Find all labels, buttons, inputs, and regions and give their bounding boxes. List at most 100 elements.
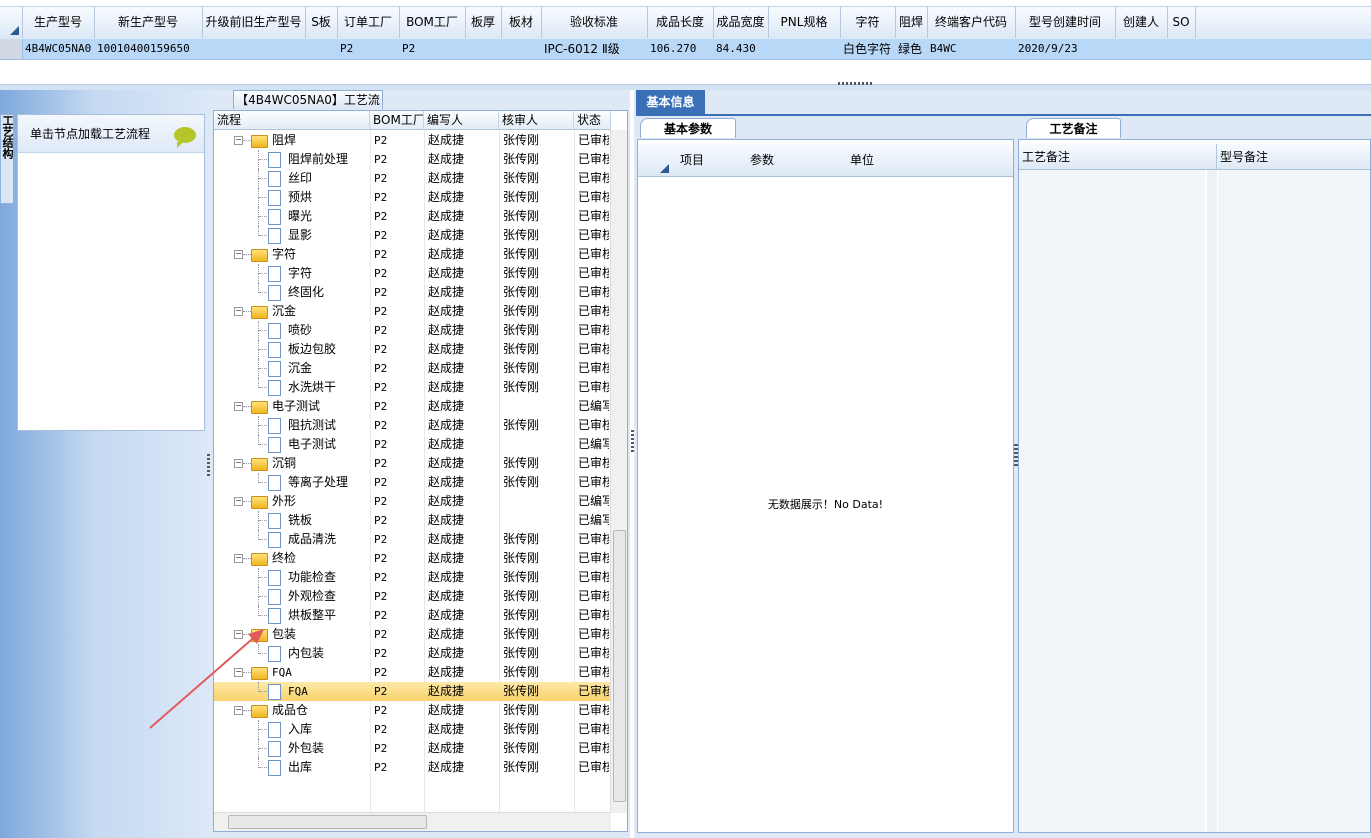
tree-cell-status: 已审核 [578,722,609,736]
tree-group-row[interactable]: − 阻焊 P2 赵成捷 张传刚 已审核 [214,131,611,150]
tree-step-row[interactable]: 成品清洗 P2 赵成捷 张传刚 已审核 [214,530,611,549]
collapse-icon[interactable]: − [234,459,243,468]
params-col-unit[interactable]: 单位 [812,144,913,177]
tree-group-row[interactable]: − 沉金 P2 赵成捷 张传刚 已审核 [214,302,611,321]
tree-step-row[interactable]: 铣板 P2 赵成捷 已编写 [214,511,611,530]
cell-11[interactable] [768,39,840,59]
col-header-0[interactable]: 生产型号 [22,7,95,38]
tree-step-row[interactable]: 外包装 P2 赵成捷 张传刚 已审核 [214,739,611,758]
model-remarks-area[interactable] [1218,170,1370,832]
cell-3[interactable] [305,39,337,59]
tree-step-row[interactable]: 水洗烘干 P2 赵成捷 张传刚 已审核 [214,378,611,397]
tree-step-row[interactable]: 显影 P2 赵成捷 张传刚 已审核 [214,226,611,245]
scroll-thumb[interactable] [613,530,626,802]
remarks-col-model[interactable]: 型号备注 [1217,144,1370,170]
grid-corner-icon[interactable] [0,7,23,38]
basic-params-tab[interactable]: 基本参数 [640,118,736,138]
tree-col-flow[interactable]: 流程 [214,111,370,130]
col-header-13[interactable]: 阻焊 [895,7,928,38]
tree-group-row[interactable]: − 沉铜 P2 赵成捷 张传刚 已审核 [214,454,611,473]
cell-6[interactable] [465,39,501,59]
process-remarks-tab[interactable]: 工艺备注 [1026,118,1121,138]
cell-2[interactable] [202,39,305,59]
tree-group-row[interactable]: − 电子测试 P2 赵成捷 已编写 [214,397,611,416]
params-corner[interactable] [638,144,673,177]
cell-5[interactable]: P2 [399,39,465,59]
remarks-col-process[interactable]: 工艺备注 [1019,144,1217,170]
tree-step-row[interactable]: 外观检查 P2 赵成捷 张传刚 已审核 [214,587,611,606]
cell-9[interactable]: 106.270 [647,39,713,59]
process-remarks-area[interactable] [1019,170,1205,832]
row-header[interactable] [0,39,23,59]
cell-8[interactable]: IPC-6012 Ⅱ级 [541,39,647,59]
model-grid-row-selected[interactable]: 4B4WC05NA0 10010400159650 P2 P2 IPC-6012 Ⅱ级 1… [0,39,1371,60]
col-header-15[interactable]: 型号创建时间 [1015,7,1116,38]
load-process-box[interactable]: 单击节点加载工艺流程 [17,114,205,431]
tree-col-status[interactable]: 状态 [574,111,611,130]
col-header-1[interactable]: 新生产型号 [94,7,203,38]
remarks-scrollbar[interactable] [1207,170,1217,832]
collapse-icon[interactable]: − [234,554,243,563]
tree-step-row[interactable]: 功能检查 P2 赵成捷 张传刚 已审核 [214,568,611,587]
tree-col-reviewer[interactable]: 核审人 [499,111,574,130]
cell-0[interactable]: 4B4WC05NA0 [22,39,94,59]
col-header-16[interactable]: 创建人 [1115,7,1168,38]
col-header-8[interactable]: 验收标准 [541,7,648,38]
tree-step-row[interactable]: 等离子处理 P2 赵成捷 张传刚 已审核 [214,473,611,492]
tree-cell-reviewer: 张传刚 [503,532,540,546]
collapse-icon[interactable]: − [234,497,243,506]
load-process-hint-bar[interactable]: 单击节点加载工艺流程 [18,115,204,153]
cell-10[interactable]: 84.430 [713,39,768,59]
params-col-item[interactable]: 项目 [672,144,713,177]
col-header-3[interactable]: S板 [305,7,338,38]
col-header-6[interactable]: 板厚 [465,7,502,38]
cell-12[interactable]: 白色字符 [840,39,895,59]
tree-cell-reviewer: 张传刚 [503,684,540,698]
tree-step-row[interactable]: 曝光 P2 赵成捷 张传刚 已审核 [214,207,611,226]
col-header-17[interactable]: SO [1167,7,1196,38]
tree-step-row[interactable]: 丝印 P2 赵成捷 张传刚 已审核 [214,169,611,188]
cell-7[interactable] [501,39,541,59]
tree-col-bom[interactable]: BOM工厂 [370,111,424,130]
tree-step-row[interactable]: 阻焊前处理 P2 赵成捷 张传刚 已审核 [214,150,611,169]
tree-group-row[interactable]: − 外形 P2 赵成捷 已编写 [214,492,611,511]
tree-group-row[interactable]: − 终检 P2 赵成捷 张传刚 已审核 [214,549,611,568]
cell-16[interactable] [1115,39,1167,59]
params-col-param[interactable]: 参数 [712,144,813,177]
tree-step-row[interactable]: 喷砂 P2 赵成捷 张传刚 已审核 [214,321,611,340]
collapse-icon[interactable]: − [234,307,243,316]
col-header-14[interactable]: 终端客户代码 [927,7,1016,38]
cell-1[interactable]: 10010400159650 [94,39,202,59]
tree-step-row[interactable]: 出库 P2 赵成捷 张传刚 已审核 [214,758,611,777]
tree-group-row[interactable]: − 字符 P2 赵成捷 张传刚 已审核 [214,245,611,264]
collapse-icon[interactable]: − [234,136,243,145]
tree-step-row[interactable]: 阻抗测试 P2 赵成捷 张传刚 已审核 [214,416,611,435]
tree-step-row[interactable]: 字符 P2 赵成捷 张传刚 已审核 [214,264,611,283]
tree-col-author[interactable]: 编写人 [424,111,499,130]
cell-17[interactable] [1167,39,1195,59]
tree-step-row[interactable]: 电子测试 P2 赵成捷 已编写 [214,435,611,454]
cell-14[interactable]: B4WC [927,39,1015,59]
process-structure-tab[interactable]: 工艺结构 [0,114,14,204]
cell-13[interactable]: 绿色 [895,39,927,59]
tree-step-row[interactable]: 预烘 P2 赵成捷 张传刚 已审核 [214,188,611,207]
collapse-icon[interactable]: − [234,250,243,259]
tree-step-row[interactable]: 沉金 P2 赵成捷 张传刚 已审核 [214,359,611,378]
tree-step-row[interactable]: 板边包胶 P2 赵成捷 张传刚 已审核 [214,340,611,359]
horizontal-scrollbar[interactable] [214,812,611,831]
col-header-12[interactable]: 字符 [840,7,896,38]
basic-info-tab[interactable]: 基本信息 [636,90,705,114]
col-header-7[interactable]: 板材 [501,7,542,38]
col-header-5[interactable]: BOM工厂 [399,7,466,38]
vertical-scrollbar[interactable] [610,130,627,813]
scroll-thumb[interactable] [228,815,427,829]
cell-15[interactable]: 2020/9/23 [1015,39,1115,59]
col-header-4[interactable]: 订单工厂 [337,7,400,38]
col-header-2[interactable]: 升级前旧生产型号 [202,7,306,38]
cell-4[interactable]: P2 [337,39,399,59]
collapse-icon[interactable]: − [234,402,243,411]
col-header-11[interactable]: PNL规格 [768,7,841,38]
col-header-9[interactable]: 成品长度 [647,7,714,38]
col-header-10[interactable]: 成品宽度 [713,7,769,38]
tree-step-row[interactable]: 终固化 P2 赵成捷 张传刚 已审核 [214,283,611,302]
